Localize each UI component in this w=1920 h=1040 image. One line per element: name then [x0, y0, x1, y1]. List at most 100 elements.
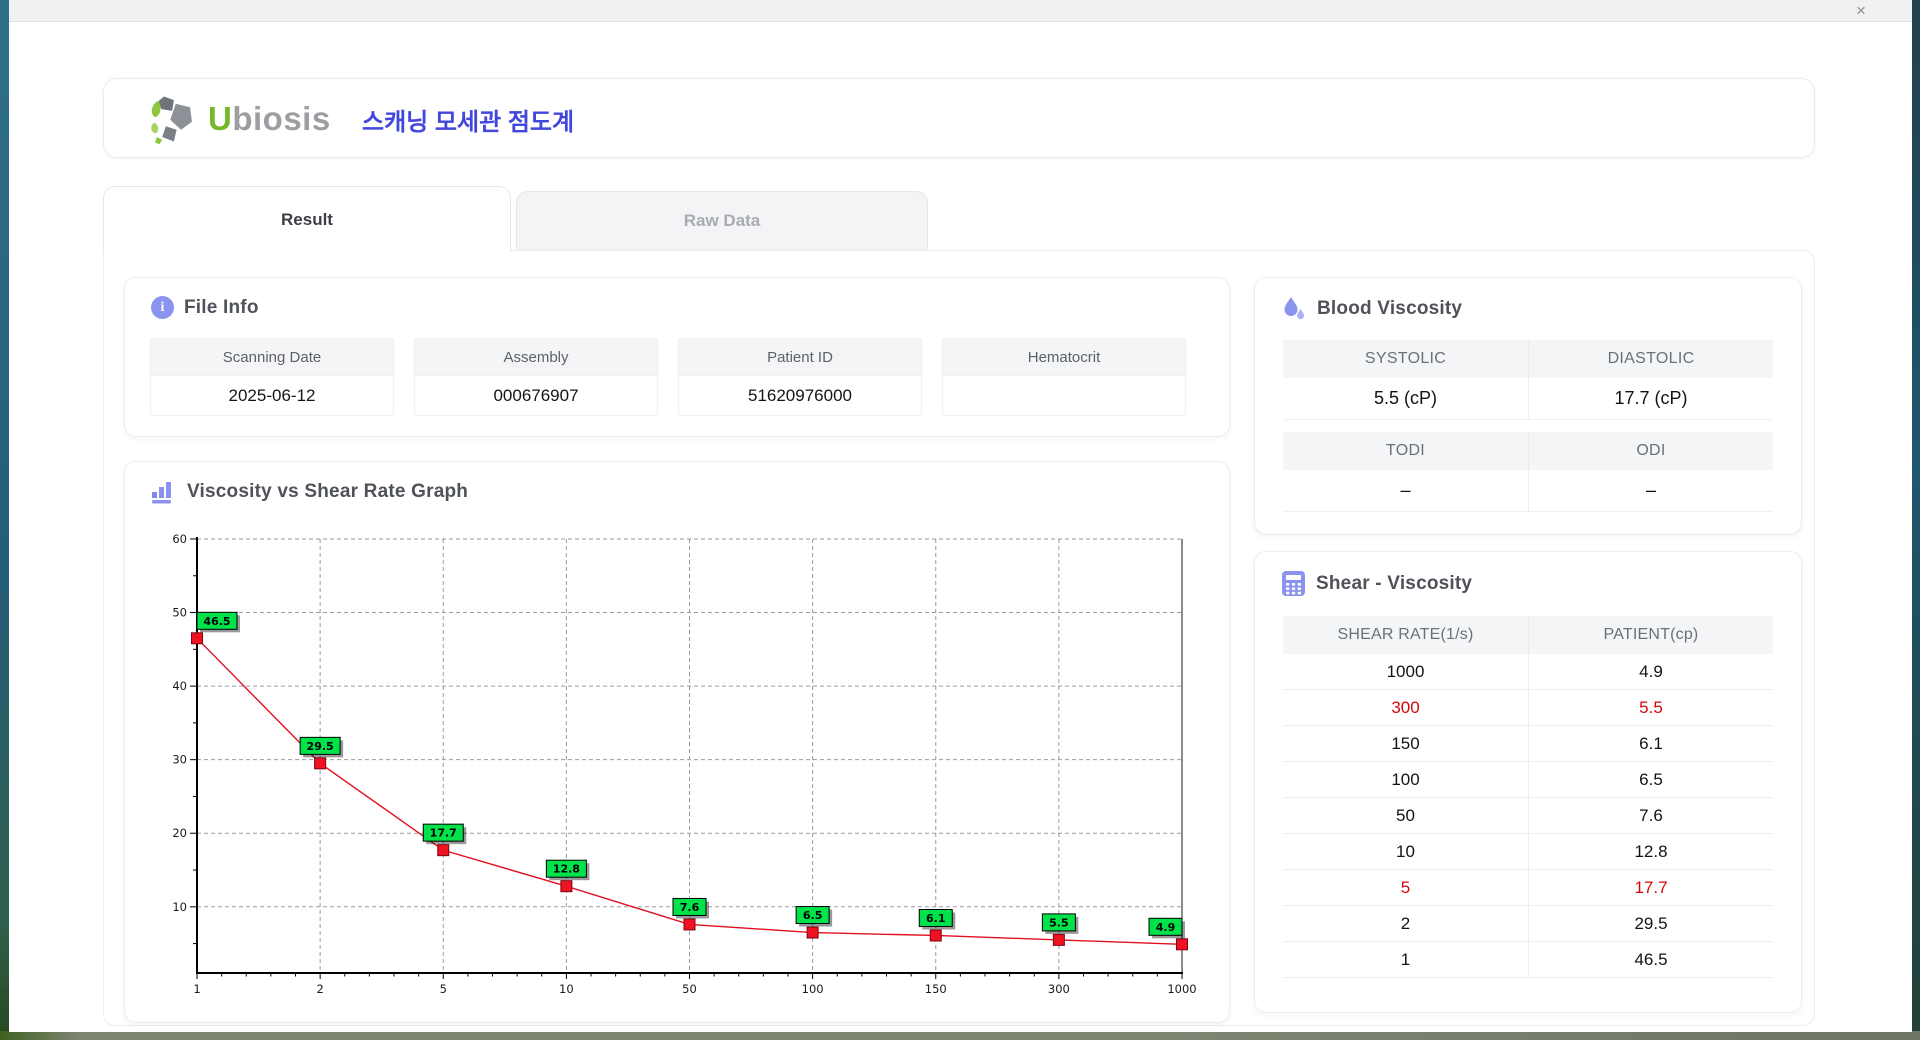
file-info-field: Scanning Date 2025-06-12: [150, 338, 394, 416]
svg-text:5: 5: [440, 982, 447, 996]
shear-table-header-row: SHEAR RATE(1/s) PATIENT(cp): [1283, 616, 1773, 654]
file-info-card: i File Info Scanning Date 2025-06-12 Assem…: [124, 277, 1230, 437]
desktop: × Ubiosis 스캐닝 모세관 점도계 Result Raw Data i …: [0, 0, 1920, 1040]
file-info-title: File Info: [184, 296, 259, 318]
patient-viscosity-cell: 29.5: [1528, 906, 1773, 942]
shear-table-row: 5 17.7: [1283, 870, 1773, 906]
shear-table-row: 100 6.5: [1283, 762, 1773, 798]
shear-viscosity-card: Shear - Viscosity SHEAR RATE(1/s) PATIEN…: [1254, 551, 1802, 1013]
shear-rate-cell: 1: [1283, 942, 1528, 978]
field-value: 2025-06-12: [150, 376, 394, 416]
file-info-field: Assembly 000676907: [414, 338, 658, 416]
viscosity-chart: 10 20 30 40 50 60 1 2 5 10 50 100 150 300 1000 46.5 29.5…: [172, 532, 1196, 996]
window-titlebar: ×: [9, 0, 1912, 22]
svg-text:1000: 1000: [1167, 982, 1196, 996]
shear-viscosity-title: Shear - Viscosity: [1316, 572, 1473, 594]
blood-header-cell: ODI: [1528, 432, 1773, 470]
field-label: Scanning Date: [150, 338, 394, 376]
field-value: 000676907: [414, 376, 658, 416]
patient-viscosity-cell: 12.8: [1528, 834, 1773, 870]
file-info-field: Patient ID 51620976000: [678, 338, 922, 416]
shear-rate-cell: 150: [1283, 726, 1528, 762]
svg-text:6.1: 6.1: [926, 912, 946, 925]
graph-card: Viscosity vs Shear Rate Graph 10 20 30 40 50…: [124, 461, 1230, 1023]
blood-viscosity-card: Blood Viscosity SYSTOLIC DIASTOLIC 5.5 (cP…: [1254, 277, 1802, 535]
blood-header-cell: TODI: [1283, 432, 1528, 470]
shear-table-row: 1000 4.9: [1283, 654, 1773, 690]
shear-table-row: 150 6.1: [1283, 726, 1773, 762]
info-icon: i: [151, 296, 174, 319]
svg-text:300: 300: [1048, 982, 1070, 996]
blood-value-cell: 17.7 (cP): [1528, 378, 1773, 420]
shear-table-row: 50 7.6: [1283, 798, 1773, 834]
field-value: [942, 376, 1186, 416]
shear-table-row: 1 46.5: [1283, 942, 1773, 978]
header-card: Ubiosis 스캐닝 모세관 점도계: [103, 78, 1815, 158]
svg-text:20: 20: [172, 826, 187, 840]
shear-table-row: 10 12.8: [1283, 834, 1773, 870]
patient-viscosity-cell: 7.6: [1528, 798, 1773, 834]
app-title: 스캐닝 모세관 점도계: [362, 108, 575, 136]
shear-table-row: 2 29.5: [1283, 906, 1773, 942]
blood-header-row: TODI ODI: [1283, 432, 1773, 470]
blood-value-cell: 5.5 (cP): [1283, 378, 1528, 420]
blood-value-row: 5.5 (cP) 17.7 (cP): [1283, 378, 1773, 420]
svg-text:6.5: 6.5: [803, 909, 823, 922]
svg-text:29.5: 29.5: [307, 740, 334, 753]
svg-text:17.7: 17.7: [430, 827, 457, 840]
svg-text:10: 10: [559, 982, 574, 996]
blood-value-row: – –: [1283, 470, 1773, 512]
patient-viscosity-cell: 17.7: [1528, 870, 1773, 906]
field-value: 51620976000: [678, 376, 922, 416]
result-panel: i File Info Scanning Date 2025-06-12 Assem…: [103, 250, 1815, 1026]
shear-rate-cell: 50: [1283, 798, 1528, 834]
patient-viscosity-cell: 46.5: [1528, 942, 1773, 978]
patient-column-header: PATIENT(cp): [1528, 616, 1773, 654]
logo-mark-icon: [151, 96, 192, 145]
desktop-wallpaper-bottom: [0, 1031, 1920, 1040]
shear-rate-cell: 1000: [1283, 654, 1528, 690]
shear-rate-cell: 300: [1283, 690, 1528, 726]
desktop-wallpaper-left: [0, 0, 9, 1040]
svg-text:10: 10: [172, 900, 187, 914]
blood-drops-icon: [1281, 296, 1307, 322]
shear-viscosity-table: SHEAR RATE(1/s) PATIENT(cp) 1000 4.9 300 5.…: [1283, 616, 1773, 978]
blood-value-cell: –: [1528, 470, 1773, 512]
tab-raw-data[interactable]: Raw Data: [516, 191, 928, 250]
svg-text:100: 100: [802, 982, 824, 996]
shear-rate-cell: 5: [1283, 870, 1528, 906]
svg-text:1: 1: [193, 982, 200, 996]
svg-text:46.5: 46.5: [203, 615, 230, 628]
blood-header-cell: SYSTOLIC: [1283, 340, 1528, 378]
shear-table-row: 300 5.5: [1283, 690, 1773, 726]
blood-header-cell: DIASTOLIC: [1528, 340, 1773, 378]
svg-text:50: 50: [172, 606, 187, 620]
blood-viscosity-title: Blood Viscosity: [1317, 298, 1463, 319]
svg-text:40: 40: [172, 679, 187, 693]
ubiosis-logo: Ubiosis: [146, 92, 331, 146]
field-label: Patient ID: [678, 338, 922, 376]
svg-text:30: 30: [172, 753, 187, 767]
file-info-field: Hematocrit: [942, 338, 1186, 416]
svg-text:2: 2: [316, 982, 323, 996]
desktop-wallpaper-right: [1912, 0, 1920, 1040]
svg-text:7.6: 7.6: [680, 901, 700, 914]
shear-rate-cell: 2: [1283, 906, 1528, 942]
close-icon[interactable]: ×: [1850, 1, 1872, 21]
svg-text:12.8: 12.8: [553, 863, 580, 876]
patient-viscosity-cell: 6.5: [1528, 762, 1773, 798]
svg-text:50: 50: [682, 982, 697, 996]
svg-text:60: 60: [172, 532, 187, 546]
patient-viscosity-cell: 6.1: [1528, 726, 1773, 762]
field-label: Hematocrit: [942, 338, 1186, 376]
file-info-fields: Scanning Date 2025-06-12 Assembly 000676907…: [150, 338, 1206, 416]
svg-text:150: 150: [925, 982, 947, 996]
blood-viscosity-table: SYSTOLIC DIASTOLIC 5.5 (cP) 17.7 (cP) TODI OD…: [1283, 340, 1773, 512]
calculator-icon: [1281, 570, 1306, 597]
bar-chart-icon: [151, 480, 177, 504]
graph-title: Viscosity vs Shear Rate Graph: [187, 481, 469, 502]
shear-rate-cell: 100: [1283, 762, 1528, 798]
tab-result[interactable]: Result: [103, 186, 511, 252]
svg-text:5.5: 5.5: [1049, 916, 1069, 929]
blood-header-row: SYSTOLIC DIASTOLIC: [1283, 340, 1773, 378]
